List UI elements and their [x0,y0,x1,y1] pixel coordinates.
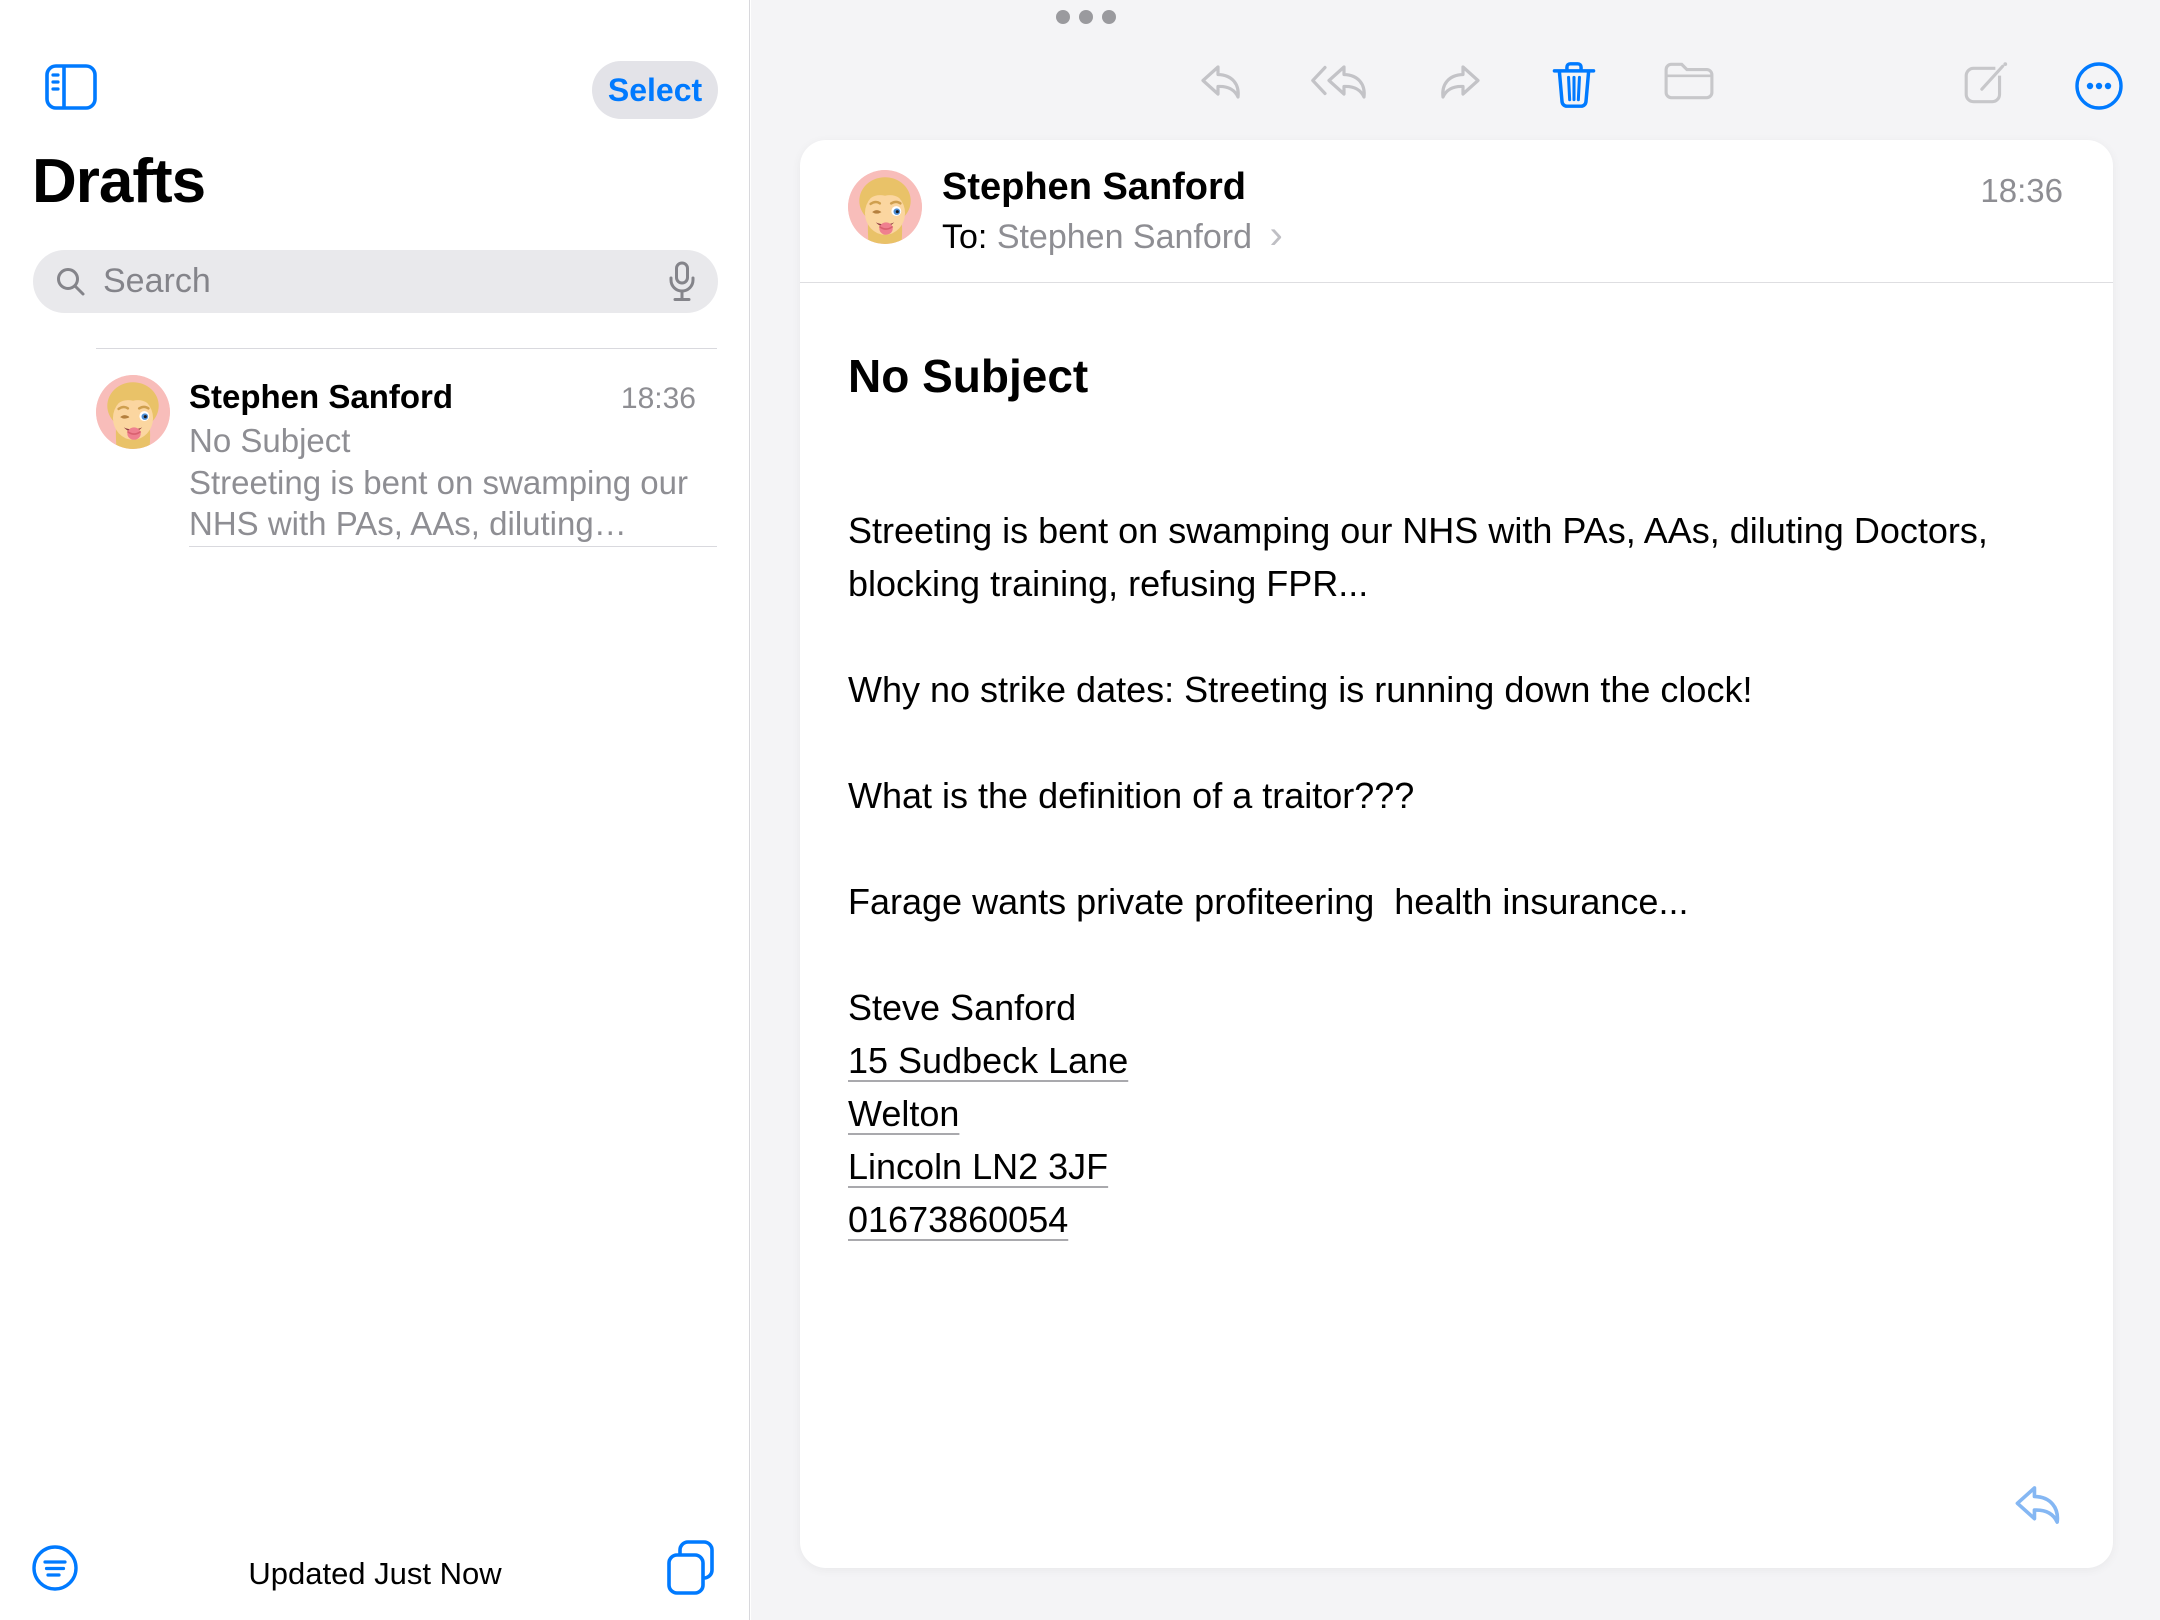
mic-icon[interactable] [666,261,698,303]
folder-icon [1663,60,1715,102]
trash-icon [1551,60,1597,110]
address-link[interactable]: Welton [848,1087,2057,1140]
subject-title: No Subject [848,348,2057,404]
body-paragraph: Why no strike dates: Streeting is runnin… [848,663,2057,716]
message-preview: Streeting is bent on swamping our NHS wi… [189,462,704,544]
more-icon [2073,60,2125,112]
drafts-sidebar: Select Drafts Search Stephen Sanford 18:… [0,0,750,1620]
multitasking-handle-icon[interactable] [1056,10,1116,24]
to-label: To: [942,218,987,256]
more-button[interactable] [2073,60,2125,112]
list-separator-bottom [189,546,717,547]
search-input[interactable]: Search [33,250,718,313]
message-timestamp: 18:36 [1980,172,2063,210]
sender-name: Stephen Sanford [942,166,1246,209]
avatar [96,375,170,449]
sidebar-toggle-button[interactable] [45,64,97,110]
search-placeholder: Search [103,262,666,301]
update-status: Updated Just Now [0,1556,750,1592]
message-body: No Subject Streeting is bent on swamping… [848,282,2057,1568]
select-button-label: Select [608,72,702,109]
signature-block: Steve Sanford 15 Sudbeck Lane Welton Lin… [848,981,2057,1246]
phone-link[interactable]: 01673860054 [848,1193,2057,1246]
message-subject: No Subject [189,422,350,460]
message-time: 18:36 [621,382,696,416]
compose-copy-icon [664,1539,718,1597]
forward-button[interactable] [1435,60,1487,112]
message-list-item[interactable]: Stephen Sanford 18:36 No Subject Streeti… [0,352,750,546]
signature-name: Steve Sanford [848,981,2057,1034]
quick-reply-button[interactable] [2011,1480,2067,1530]
body-paragraph: Farage wants private profiteering health… [848,875,2057,928]
address-link[interactable]: 15 Sudbeck Lane [848,1034,2057,1087]
sidebar-toggle-icon [45,64,97,110]
body-paragraph: Streeting is bent on swamping our NHS wi… [848,504,2057,610]
list-separator-top [96,348,717,349]
new-message-button[interactable] [1961,60,2013,112]
mail-app-window: 22:25 Mon 22 Sep 84% [0,0,2160,1620]
compose-icon [1961,60,2011,110]
recipient-name: Stephen Sanford [997,218,1252,256]
page-title: Drafts [32,146,205,217]
reply-icon [2011,1480,2067,1530]
recipient-row[interactable]: To: Stephen Sanford › [942,218,1283,257]
reply-button[interactable] [1198,60,1250,112]
reply-all-button[interactable] [1311,60,1363,112]
reading-pane: Stephen Sanford To: Stephen Sanford › 18… [751,0,2160,1620]
search-icon [53,264,89,300]
body-paragraph: What is the definition of a traitor??? [848,769,2057,822]
message-card: Stephen Sanford To: Stephen Sanford › 18… [800,140,2113,1568]
compose-button[interactable] [664,1539,718,1597]
select-button[interactable]: Select [592,61,718,119]
message-sender: Stephen Sanford [189,378,453,416]
move-to-folder-button[interactable] [1663,60,1715,112]
chevron-right-icon: › [1269,213,1282,257]
reply-icon [1198,60,1246,104]
address-link[interactable]: Lincoln LN2 3JF [848,1140,2057,1193]
reply-all-icon [1311,60,1373,104]
delete-button[interactable] [1551,60,1603,112]
forward-icon [1435,60,1483,104]
avatar [848,170,922,244]
